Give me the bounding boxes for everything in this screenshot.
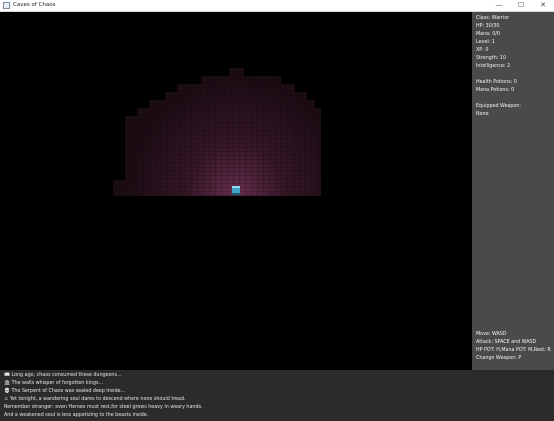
control-weapon: Change Weapon: P [476, 356, 522, 361]
control-attack: Attack: SPACE and WASD [476, 340, 537, 345]
cave-wall-texture [125, 116, 321, 124]
cave-wall-texture [125, 156, 321, 164]
control-potions: HP POT: H,Mana POT: M,Rest: R [476, 348, 551, 353]
message-log: 📖 Long ago, chaos consumed these dungeon… [0, 370, 554, 421]
stat-class: Class: Warrior [476, 16, 510, 21]
log-line: 💀 The Serpent of Chaos was sealed deep i… [4, 389, 126, 394]
cave-wall-texture [125, 140, 321, 148]
cave-wall-texture [125, 148, 321, 156]
cave-wall-texture [125, 172, 321, 180]
stat-intelligence: Intelligence: 2 [476, 64, 511, 69]
cave-wall-texture [125, 132, 321, 140]
title-bar: Caves of Chaos — ☐ ✕ [0, 0, 554, 12]
maximize-button[interactable]: ☐ [510, 0, 532, 11]
cave-wall-texture [137, 108, 321, 116]
log-line: ⚔ Yet tonight, a wandering soul dares to… [4, 397, 186, 402]
minimize-button[interactable]: — [488, 0, 510, 11]
equipped-weapon-value: None [476, 112, 489, 117]
stat-mana-potions: Mana Potions: 0 [476, 88, 515, 93]
cave-wall-texture [125, 164, 321, 172]
cave-wall-texture [125, 124, 321, 132]
equipped-weapon-label: Equipped Weapon: [476, 104, 522, 109]
stat-xp: XP: 0 [476, 48, 489, 53]
cave-wall-texture [201, 76, 281, 84]
cave-wall-texture [149, 100, 315, 108]
app-icon [3, 2, 10, 9]
log-line: 📖 Long ago, chaos consumed these dungeon… [4, 373, 122, 378]
cave-wall-texture [177, 84, 295, 92]
stat-hp: HP: 30/30 [476, 24, 500, 29]
window-title: Caves of Chaos [13, 2, 56, 8]
log-line: Remember stranger: even Heroes must rest… [4, 405, 203, 410]
log-line: And a weakened soul is less appetizing t… [4, 413, 149, 418]
stats-panel: Class: Warrior HP: 30/30 Mana: 0/0 Level… [472, 12, 554, 370]
log-line: 🏛 The walls whisper of forgotten kings..… [4, 381, 104, 386]
close-button[interactable]: ✕ [532, 0, 554, 11]
cave-wall-texture [229, 68, 244, 76]
stat-mana: Mana: 0/0 [476, 32, 500, 37]
control-move: Move: WASD [476, 332, 507, 337]
stat-level: Level: 1 [476, 40, 495, 45]
stat-health-potions: Health Potions: 0 [476, 80, 517, 85]
cave-wall-texture [113, 180, 321, 188]
cave-wall-texture [165, 92, 307, 100]
player-sprite [232, 186, 240, 195]
stat-strength: Strength: 10 [476, 56, 506, 61]
game-viewport[interactable] [0, 12, 472, 370]
cave-wall-texture [113, 188, 321, 196]
